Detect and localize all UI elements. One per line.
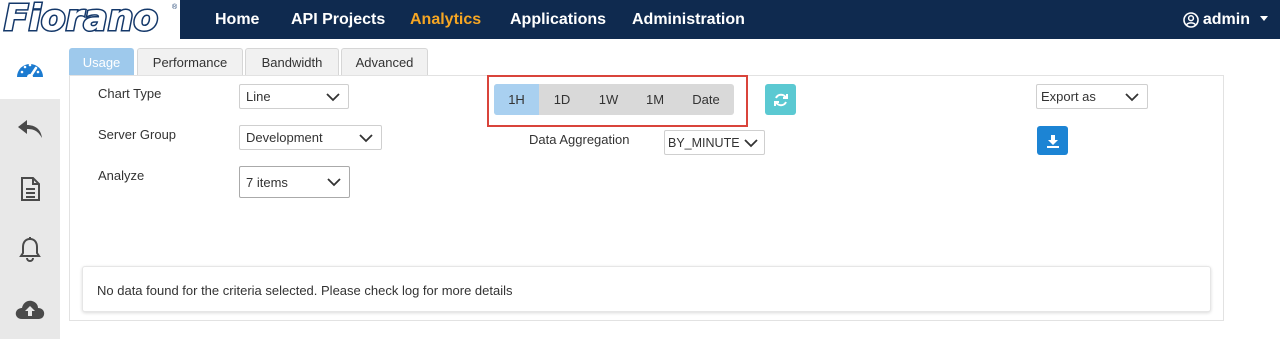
nav-applications[interactable]: Applications bbox=[510, 11, 606, 29]
refresh-button[interactable] bbox=[765, 84, 796, 115]
analyze-value: 7 items bbox=[246, 174, 288, 190]
sidebar-item-upload[interactable] bbox=[0, 279, 60, 339]
nav-api-projects[interactable]: API Projects bbox=[291, 11, 385, 29]
tab-usage[interactable]: Usage bbox=[69, 48, 134, 75]
chevron-down-icon bbox=[326, 93, 340, 102]
chart-type-label: Chart Type bbox=[98, 86, 162, 101]
chevron-down-icon bbox=[359, 134, 373, 143]
dashboard-gauge-icon bbox=[17, 63, 43, 80]
logo-wordmark: Fiorano bbox=[2, 0, 159, 41]
sidebar-item-alerts[interactable] bbox=[0, 219, 60, 279]
range-1m-button[interactable]: 1M bbox=[632, 84, 678, 115]
chevron-down-icon bbox=[744, 139, 758, 148]
fiorano-logo[interactable]: Fiorano ® bbox=[0, 0, 183, 41]
server-group-value: Development bbox=[246, 130, 323, 145]
chevron-down-icon bbox=[1260, 16, 1268, 21]
user-circle-icon bbox=[1183, 12, 1199, 28]
top-navbar: Fiorano ® Home API Projects Analytics Ap… bbox=[0, 0, 1280, 41]
range-1d-button[interactable]: 1D bbox=[539, 84, 585, 115]
sidebar-item-dashboard[interactable] bbox=[0, 39, 60, 99]
export-as-select[interactable]: Export as bbox=[1036, 84, 1148, 109]
analyze-label: Analyze bbox=[98, 168, 145, 183]
document-icon bbox=[21, 177, 40, 201]
tab-bandwidth[interactable]: Bandwidth bbox=[245, 48, 339, 75]
chart-type-value: Line bbox=[246, 89, 271, 104]
range-date-button[interactable]: Date bbox=[678, 84, 734, 115]
data-aggregation-select[interactable]: BY_MINUTE bbox=[664, 130, 765, 155]
time-range-group: 1H 1D 1W 1M Date bbox=[494, 84, 734, 115]
refresh-icon bbox=[773, 93, 788, 106]
bell-icon bbox=[19, 237, 41, 262]
tab-performance[interactable]: Performance bbox=[137, 48, 243, 75]
sidebar-item-undo[interactable] bbox=[0, 99, 60, 159]
no-data-message: No data found for the criteria selected.… bbox=[97, 283, 513, 298]
user-menu[interactable]: admin bbox=[1183, 11, 1268, 29]
sidebar-item-documents[interactable] bbox=[0, 159, 60, 219]
download-button[interactable] bbox=[1037, 126, 1068, 155]
nav-administration[interactable]: Administration bbox=[632, 11, 745, 29]
data-aggregation-value: BY_MINUTE bbox=[668, 135, 740, 150]
cloud-upload-icon bbox=[15, 300, 45, 319]
chevron-down-icon bbox=[327, 178, 341, 187]
range-1w-button[interactable]: 1W bbox=[585, 84, 632, 115]
no-data-message-box: No data found for the criteria selected.… bbox=[82, 266, 1211, 312]
user-name: admin bbox=[1202, 11, 1250, 28]
chevron-down-icon bbox=[1125, 93, 1139, 102]
undo-arrow-icon bbox=[18, 120, 42, 138]
nav-home[interactable]: Home bbox=[215, 11, 259, 29]
download-icon bbox=[1046, 134, 1059, 148]
export-as-value: Export as bbox=[1041, 89, 1096, 104]
tab-advanced[interactable]: Advanced bbox=[341, 48, 428, 75]
chart-type-select[interactable]: Line bbox=[239, 84, 349, 109]
range-1h-button[interactable]: 1H bbox=[494, 84, 539, 115]
left-sidebar bbox=[0, 39, 60, 339]
data-aggregation-label: Data Aggregation bbox=[529, 132, 630, 147]
nav-analytics[interactable]: Analytics bbox=[410, 11, 481, 29]
analyze-multiselect[interactable]: 7 items bbox=[239, 166, 350, 198]
server-group-select[interactable]: Development bbox=[239, 125, 382, 150]
logo-trademark: ® bbox=[172, 4, 178, 11]
server-group-label: Server Group bbox=[98, 127, 177, 142]
